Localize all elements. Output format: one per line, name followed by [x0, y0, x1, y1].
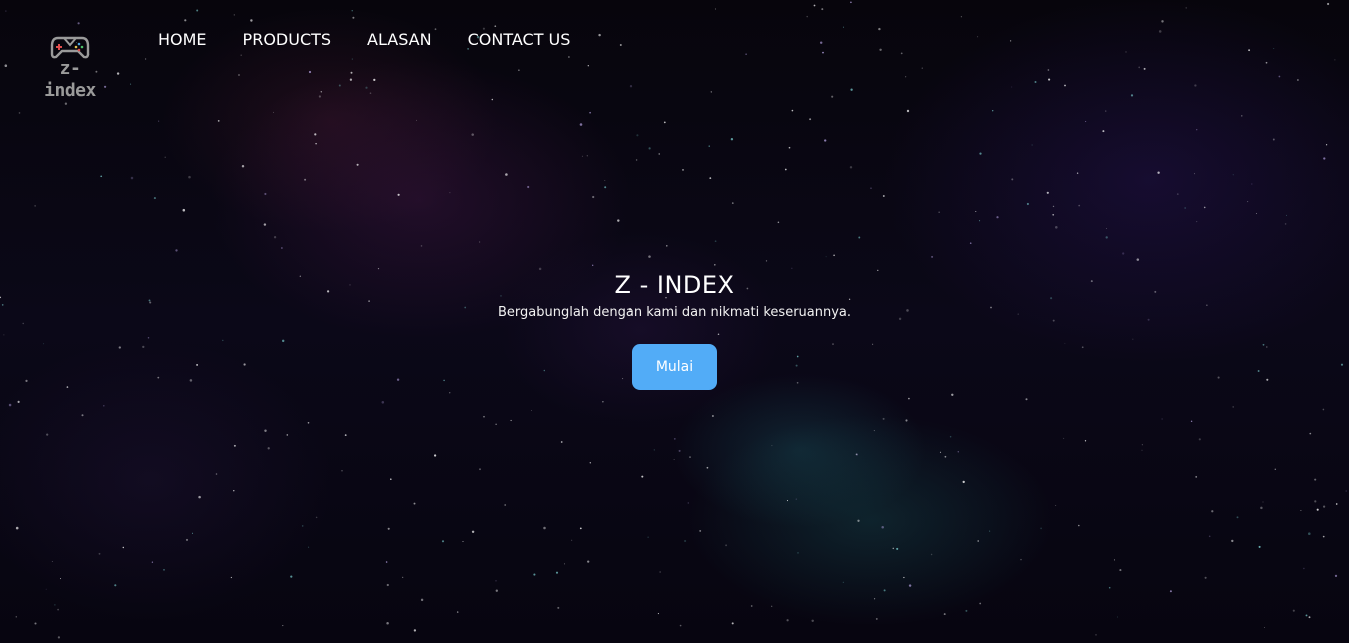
hero-content: Z - INDEX Bergabunglah dengan kami dan n… [0, 268, 1349, 390]
nav-link-home[interactable]: HOME [158, 30, 207, 50]
nav-links: HOME PRODUCTS ALASAN CONTACT US [158, 30, 606, 50]
start-button[interactable]: Mulai [632, 344, 717, 390]
navbar: z-index HOME PRODUCTS ALASAN CONTACT US [0, 0, 1349, 101]
hero-title: Z - INDEX [614, 271, 735, 299]
brand-logo[interactable]: z-index [34, 34, 106, 101]
brand-logo-text: z-index [44, 58, 96, 101]
nav-link-contact-us[interactable]: CONTACT US [468, 30, 571, 50]
nav-link-products[interactable]: PRODUCTS [243, 30, 332, 50]
hero-subtitle: Bergabunglah dengan kami dan nikmati kes… [497, 305, 852, 320]
nav-link-alasan[interactable]: ALASAN [367, 30, 432, 50]
gamepad-icon [50, 36, 90, 59]
